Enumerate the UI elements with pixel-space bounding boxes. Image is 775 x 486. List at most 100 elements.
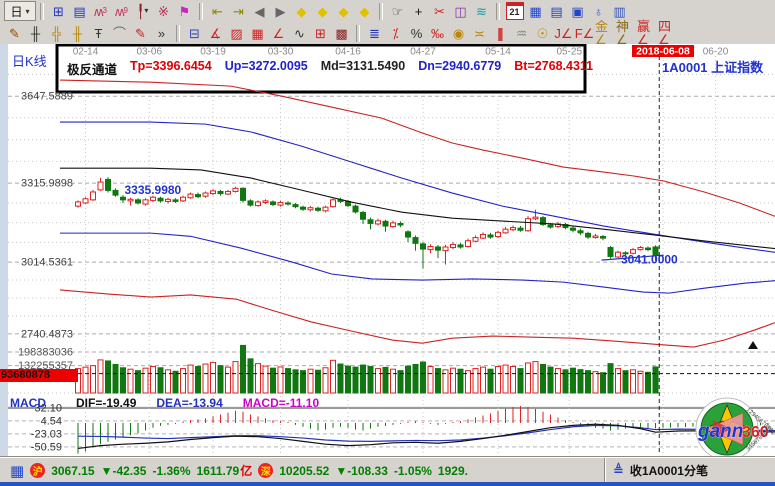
toolbar: 日▾⊞▤ʍ3ʍ9╿▾※⚑⇤⇥◀▶◆◆◆◆☞+✂◫≋21▦▤▣♁▥ ✎╫╬╫Ŧ⌒✎…: [0, 0, 775, 45]
calculator-icon[interactable]: ▦: [525, 2, 546, 21]
status-bar: ▦ 沪 3067.15 ▼-42.35 -1.36% 1611.79 亿 深 1…: [0, 457, 775, 483]
gann-grid-icon[interactable]: ▦: [247, 24, 268, 43]
jin-angle-icon[interactable]: 金∠: [595, 24, 616, 43]
save-icon[interactable]: ▣: [567, 2, 588, 21]
prev-bar-icon[interactable]: ◀: [249, 2, 270, 21]
angle-line-icon[interactable]: ∠: [268, 24, 289, 43]
more-button[interactable]: »: [151, 24, 172, 43]
svg-text:2740.4873: 2740.4873: [21, 328, 73, 340]
web-icon[interactable]: ♁: [588, 2, 609, 21]
toolbar-separator: [40, 3, 44, 20]
gold-circle-icon[interactable]: ◉: [448, 24, 469, 43]
svg-text:03-06: 03-06: [136, 47, 162, 58]
quote-table-icon[interactable]: ▦: [10, 462, 24, 480]
diamond-expand-icon[interactable]: ◆: [333, 2, 354, 21]
note-icon[interactable]: ▤: [69, 2, 90, 21]
gann-box-icon[interactable]: ▨: [226, 24, 247, 43]
window-grid-icon[interactable]: ⊟: [184, 24, 205, 43]
macd-title: MACD: [10, 396, 46, 410]
wave2-icon[interactable]: ♒: [511, 24, 532, 43]
si-angle-icon[interactable]: 四∠: [658, 24, 679, 43]
sz-market-badge[interactable]: 深: [258, 463, 273, 478]
calendar-21-icon[interactable]: 21: [504, 2, 525, 21]
next-bar-icon[interactable]: ▶: [270, 2, 291, 21]
arc-tool-icon[interactable]: ⌒: [109, 24, 130, 43]
svg-text:4.54: 4.54: [41, 415, 62, 427]
overlay-icon[interactable]: ◫: [450, 2, 471, 21]
symbol-label: 1A0001 上证指数: [662, 57, 763, 76]
scale-icon[interactable]: ≣: [364, 24, 385, 43]
toolbar-separator: [379, 3, 383, 20]
sz-amount: 1929.: [438, 464, 468, 478]
percent-icon[interactable]: %: [406, 24, 427, 43]
wave-icon[interactable]: ≋: [471, 2, 492, 21]
brush-icon[interactable]: ✎: [4, 24, 25, 43]
macd-pane: [78, 406, 775, 454]
diamond-shrink-icon[interactable]: ◆: [354, 2, 375, 21]
view-mode-label[interactable]: 收1A0001分笔: [630, 462, 708, 479]
indicator-bt-value: Bt=2768.4311: [514, 59, 593, 78]
window-bottom-edge: [0, 482, 775, 486]
indicator-up-value: Up=3272.0095: [225, 59, 308, 78]
diamond-left-icon[interactable]: ◆: [291, 2, 312, 21]
price-annotation: 3041.0000: [621, 252, 678, 266]
svg-text:04-27: 04-27: [410, 47, 436, 58]
svg-text:2018-06-08: 2018-06-08: [636, 46, 690, 58]
candle-period-icon[interactable]: ╿▾: [132, 2, 153, 21]
gold-sun-icon[interactable]: ☉: [532, 24, 553, 43]
volume-bars: [76, 345, 659, 393]
figures-icon[interactable]: ※: [153, 2, 174, 21]
pen-red-icon[interactable]: ✎: [130, 24, 151, 43]
print-icon[interactable]: ▥: [609, 2, 630, 21]
last-bar-icon[interactable]: ⇥: [228, 2, 249, 21]
volume-highlight-label: 93680878: [0, 369, 78, 382]
ying-angle-icon[interactable]: 赢∠: [637, 24, 658, 43]
sh-amount-unit: 亿: [240, 462, 252, 479]
j-angle-icon[interactable]: J∠: [553, 24, 574, 43]
gann-fan-icon[interactable]: ∡: [205, 24, 226, 43]
wave-line-icon[interactable]: ∿: [289, 24, 310, 43]
gold-line-icon[interactable]: ≍: [469, 24, 490, 43]
svg-text:04-16: 04-16: [335, 47, 361, 58]
gann360-logo: gann360123456789013456789012: [696, 398, 775, 457]
macd-dif-value: DIF=-19.49: [76, 396, 136, 410]
crosshair-icon[interactable]: +: [408, 2, 429, 21]
grid-gold2-icon[interactable]: ╫: [67, 24, 88, 43]
macd-dea-value: DEA=-13.94: [156, 396, 222, 410]
candle-pen-icon[interactable]: ❚: [490, 24, 511, 43]
grid-red-icon[interactable]: ⊞: [310, 24, 331, 43]
notepad-icon[interactable]: ▤: [546, 2, 567, 21]
svg-text:gann: gann: [697, 421, 743, 442]
percent-strike-icon[interactable]: ⁒: [385, 24, 406, 43]
diamond-right-icon[interactable]: ◆: [312, 2, 333, 21]
cut-icon[interactable]: ✂: [429, 2, 450, 21]
sz-pct: -1.05%: [394, 464, 432, 478]
svg-text:198383036: 198383036: [18, 346, 73, 358]
pan-hand-icon[interactable]: ☞: [387, 2, 408, 21]
svg-text:05-14: 05-14: [485, 47, 511, 58]
grid-dark-icon[interactable]: ▩: [331, 24, 352, 43]
zigzag3-icon[interactable]: ʍ3: [90, 2, 111, 21]
tick-chart-icon[interactable]: ≜: [613, 463, 624, 479]
indicator-tp-value: Tp=3396.6454: [130, 59, 212, 78]
price-annotation: 3335.9980: [125, 183, 182, 197]
sh-market-badge[interactable]: 沪: [30, 463, 45, 478]
indicator-name: 极反通道: [67, 59, 117, 78]
f-tool-icon[interactable]: Ŧ: [88, 24, 109, 43]
grid-gold-icon[interactable]: ╬: [46, 24, 67, 43]
net-grid-icon[interactable]: ⊞: [48, 2, 69, 21]
first-bar-icon[interactable]: ⇤: [207, 2, 228, 21]
sh-pct: -1.36%: [152, 464, 190, 478]
f-angle-icon[interactable]: F∠: [574, 24, 595, 43]
zigzag9-icon[interactable]: ʍ9: [111, 2, 132, 21]
app-window: 日▾⊞▤ʍ3ʍ9╿▾※⚑⇤⇥◀▶◆◆◆◆☞+✂◫≋21▦▤▣♁▥ ✎╫╬╫Ŧ⌒✎…: [0, 0, 775, 486]
color-flag-icon[interactable]: ⚑: [174, 2, 195, 21]
sh-change: ▼-42.35: [101, 464, 147, 478]
macd-header: MACD DIF=-19.49 DEA=-13.94 MACD=-11.10: [10, 396, 319, 410]
shen-angle-icon[interactable]: 神∠: [616, 24, 637, 43]
permille-icon[interactable]: ‰: [427, 24, 448, 43]
grid-black-icon[interactable]: ╫: [25, 24, 46, 43]
period-day-button[interactable]: 日▾: [4, 1, 36, 21]
indicator-dn-value: Dn=2940.6779: [418, 59, 501, 78]
toolbar-separator: [199, 3, 203, 20]
